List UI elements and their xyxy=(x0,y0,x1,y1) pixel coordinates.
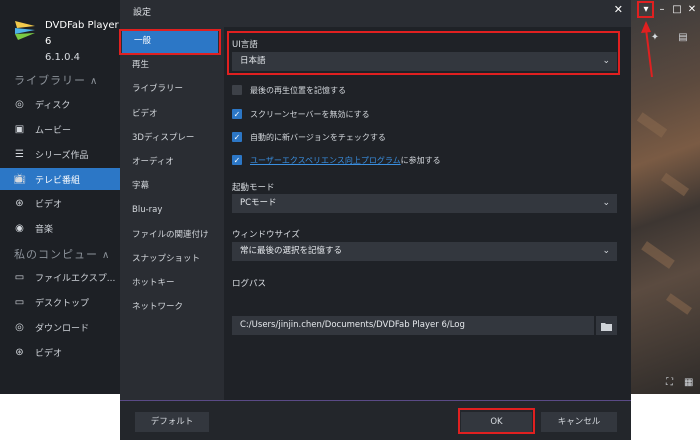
desktop-icon: ▭ xyxy=(14,296,25,308)
fullscreen-icon[interactable]: ⛶ xyxy=(666,377,673,388)
app-name: DVDFab Player 6 xyxy=(45,20,119,47)
minimize-icon[interactable]: – xyxy=(655,2,669,18)
settings-nav: 一般 再生 ライブラリー ビデオ 3Dディスプレー オーディオ 字幕 Blu-r… xyxy=(120,27,220,400)
sidebar-item-computer-video[interactable]: ⊛ ビデオ xyxy=(0,341,120,363)
folder-icon xyxy=(601,316,612,335)
checkbox-auto-update[interactable]: ✓ xyxy=(232,132,242,142)
cancel-button[interactable]: キャンセル xyxy=(541,412,617,432)
checkbox-disable-screensaver[interactable]: ✓ xyxy=(232,109,242,119)
settings-tab-snapshot[interactable]: スナップショット xyxy=(120,247,220,271)
settings-tab-hotkey[interactable]: ホットキー xyxy=(120,271,220,295)
settings-tab-library[interactable]: ライブラリー xyxy=(120,77,220,101)
sidebar-item-file-explorer[interactable]: ▭ ファイルエクスプ... xyxy=(0,266,120,288)
computer-section-title[interactable]: 私のコンピュー ∧ xyxy=(14,246,110,262)
highlight-box-ui-language xyxy=(227,31,620,75)
series-icon: ☰ xyxy=(15,148,24,160)
chevron-down-icon: ⌄ xyxy=(602,198,610,208)
sidebar-item-series[interactable]: ☰ シリーズ作品 xyxy=(0,143,120,165)
log-path-input[interactable]: C:/Users/jinjin.chen/Documents/DVDFab Pl… xyxy=(232,316,594,335)
chevron-down-icon: ⌄ xyxy=(602,246,610,256)
sidebar-item-desktop[interactable]: ▭ デスクトップ xyxy=(0,291,120,313)
close-window-icon[interactable]: ✕ xyxy=(685,2,699,18)
movie-icon: ▣ xyxy=(14,123,25,135)
settings-tab-bluray[interactable]: Blu-ray xyxy=(120,198,220,222)
sidebar: DVDFab Player 6 6.1.0.4 ライブラリー ∧ ◎ ディスク ▣… xyxy=(0,0,120,394)
window-size-label: ウィンドウサイズ xyxy=(232,230,300,240)
settings-tab-3d-display[interactable]: 3Dディスプレー xyxy=(120,126,220,150)
startup-mode-select[interactable]: PCモード ⌄ xyxy=(232,194,617,213)
thumbnail-icon[interactable]: ▤ xyxy=(676,30,690,46)
app-version: 6.1.0.4 xyxy=(45,52,80,63)
music-icon: ◉ xyxy=(15,222,24,234)
sidebar-item-music[interactable]: ◉ 音楽 xyxy=(0,217,120,239)
red-arrow-icon xyxy=(641,21,655,83)
settings-content: UI言語 日本語 ⌄ 最後の再生位置を記憶する ✓ スクリーンセーバーを無効にす… xyxy=(224,27,631,400)
ux-program-link[interactable]: ユーザーエクスペリエンス向上プログラム xyxy=(250,155,401,166)
sidebar-item-disc[interactable]: ◎ ディスク xyxy=(0,93,120,115)
highlight-box-general-tab xyxy=(119,29,221,55)
highlight-box-ok-button xyxy=(458,408,535,434)
video-icon: ⊛ xyxy=(15,346,24,358)
dialog-title: 設定 xyxy=(133,8,152,18)
library-section-title[interactable]: ライブラリー ∧ xyxy=(14,72,98,88)
disc-icon: ◎ xyxy=(15,98,24,110)
option-disable-screensaver[interactable]: ✓ スクリーンセーバーを無効にする xyxy=(232,108,370,120)
settings-tab-network[interactable]: ネットワーク xyxy=(120,295,220,319)
settings-tab-audio[interactable]: オーディオ xyxy=(120,150,220,174)
sidebar-item-video[interactable]: ⊛ ビデオ xyxy=(0,192,120,214)
startup-mode-label: 起動モード xyxy=(232,183,275,193)
settings-tab-subtitle[interactable]: 字幕 xyxy=(120,174,220,198)
sidebar-item-movie[interactable]: ▣ ムービー xyxy=(0,118,120,140)
default-button[interactable]: デフォルト xyxy=(135,412,209,432)
option-remember-position[interactable]: 最後の再生位置を記憶する xyxy=(232,84,346,96)
video-icon: ⊛ xyxy=(15,197,24,209)
tv-icon: 📺︎ xyxy=(13,173,26,185)
sidebar-item-download[interactable]: ◎ ダウンロード xyxy=(0,316,120,338)
sidebar-item-tv[interactable]: 📺︎ テレビ番組 xyxy=(0,168,120,190)
settings-tab-file-association[interactable]: ファイルの関連付け xyxy=(120,223,220,247)
settings-tab-video[interactable]: ビデオ xyxy=(120,102,220,126)
option-ux-program[interactable]: ✓ ユーザーエクスペリエンス向上プログラム に参加する xyxy=(232,154,441,166)
dialog-close-icon[interactable]: ✕ xyxy=(614,3,623,16)
window-size-select[interactable]: 常に最後の選択を記憶する ⌄ xyxy=(232,242,617,261)
settings-tab-playback[interactable]: 再生 xyxy=(120,53,220,77)
checkbox-ux-program[interactable]: ✓ xyxy=(232,155,242,165)
dialog-footer: デフォルト OK キャンセル xyxy=(120,400,631,440)
maximize-icon[interactable]: □ xyxy=(670,2,684,18)
highlight-box-menu-icon xyxy=(637,1,654,18)
dvdfab-logo-icon xyxy=(13,18,37,42)
log-path-label: ログパス xyxy=(232,279,267,289)
dialog-title-bar: 設定 ✕ xyxy=(120,0,631,22)
download-icon: ◎ xyxy=(15,321,24,333)
checkbox-remember-position[interactable] xyxy=(232,85,242,95)
grid-icon[interactable]: ▦ xyxy=(684,377,693,388)
option-auto-update[interactable]: ✓ 自動的に新バージョンをチェックする xyxy=(232,131,386,143)
brand: DVDFab Player 6 6.1.0.4 xyxy=(13,18,120,66)
file-explorer-icon: ▭ xyxy=(14,271,25,283)
browse-folder-button[interactable] xyxy=(596,316,617,335)
